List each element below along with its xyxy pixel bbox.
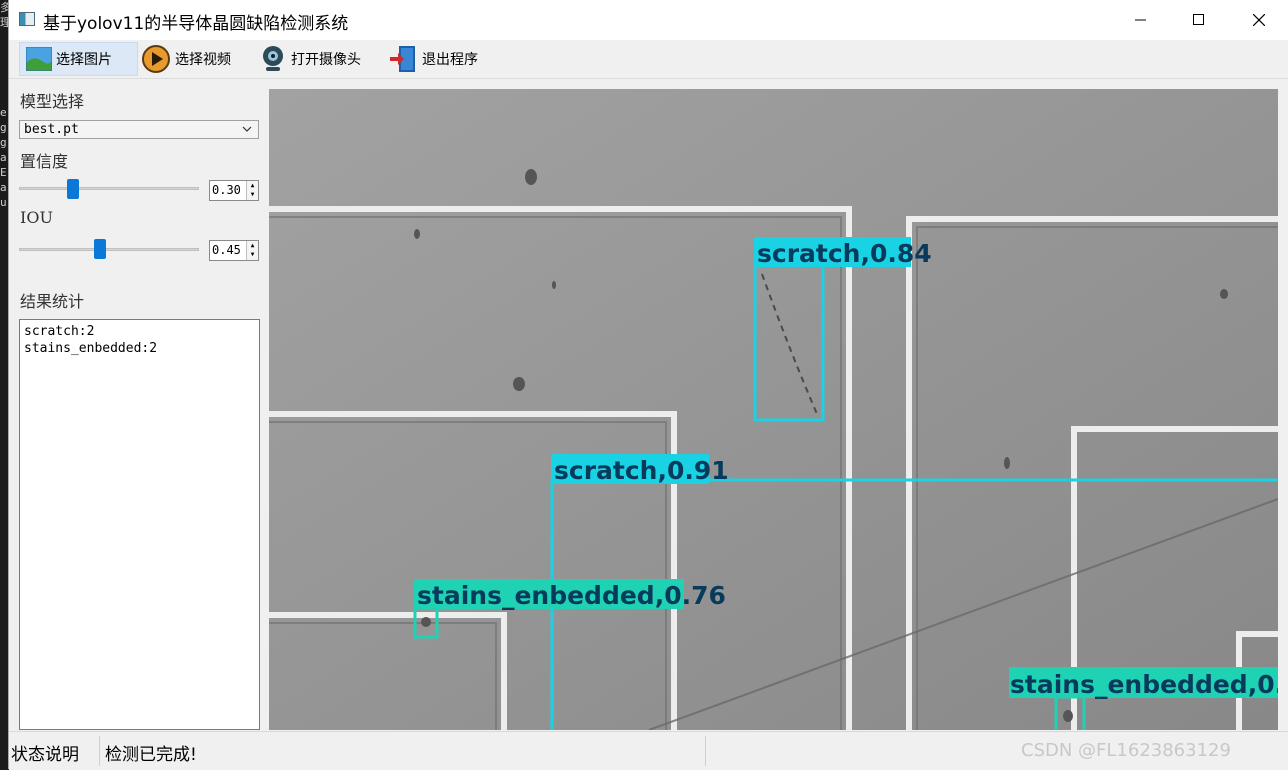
bbox-label: scratch,0.91 — [554, 456, 729, 485]
confidence-slider-thumb[interactable] — [67, 179, 79, 199]
exit-door-icon — [390, 46, 415, 72]
terminal-char: u — [0, 196, 7, 209]
iou-slider-thumb[interactable] — [94, 239, 106, 259]
spin-up-icon[interactable]: ▲ — [247, 181, 258, 191]
exit-button[interactable]: 退出程序 — [390, 42, 490, 76]
exit-label: 退出程序 — [422, 52, 478, 68]
terminal-char: E — [0, 166, 7, 179]
confidence-slider-track[interactable] — [19, 187, 199, 190]
bbox-label: stains_enbedded,0.76 — [417, 581, 726, 610]
result-line: scratch:2 — [24, 324, 95, 339]
open-camera-button[interactable]: 打开摄像头 — [259, 42, 379, 76]
spin-up-icon[interactable]: ▲ — [247, 241, 258, 251]
spin-down-icon[interactable]: ▼ — [247, 251, 258, 261]
wafer-surface — [269, 89, 1278, 730]
app-icon — [19, 12, 35, 26]
title-bar[interactable]: 基于yolov11的半导体晶圆缺陷检测系统 — [9, 0, 1288, 40]
select-video-button[interactable]: 选择视频 — [141, 42, 251, 76]
model-combobox-value: best.pt — [24, 122, 79, 137]
iou-label: IOU — [20, 208, 53, 227]
watermark: CSDN @FL1623863129 — [1021, 740, 1231, 761]
window-title: 基于yolov11的半导体晶圆缺陷检测系统 — [43, 14, 349, 34]
toolbar: 选择图片 选择视频 打开摄像头 退出程序 — [9, 40, 1288, 79]
maximize-icon — [1193, 14, 1204, 25]
status-label: 状态说明 — [11, 745, 79, 765]
close-button[interactable] — [1230, 0, 1288, 40]
status-divider — [705, 736, 706, 766]
minimize-button[interactable] — [1112, 0, 1170, 40]
minimize-icon — [1135, 19, 1146, 21]
select-video-label: 选择视频 — [175, 52, 231, 68]
bbox-label: scratch,0.84 — [757, 239, 932, 268]
terminal-char: e — [0, 106, 7, 119]
model-select-label: 模型选择 — [20, 92, 85, 111]
terminal-char: a — [0, 151, 7, 164]
select-image-label: 选择图片 — [56, 52, 112, 68]
background-terminal: 多 理 e g g a E a u — [0, 0, 11, 769]
iou-slider-track[interactable] — [19, 248, 199, 251]
result-line: stains_enbedded:2 — [24, 341, 158, 356]
results-label: 结果统计 — [20, 292, 85, 311]
iou-spinbox[interactable]: 0.45 ▲ ▼ — [209, 240, 259, 261]
status-bar: 状态说明 检测已完成! CSDN @FL1623863129 — [9, 731, 1288, 770]
status-divider — [99, 736, 100, 766]
terminal-char: g — [0, 121, 7, 134]
confidence-label: 置信度 — [20, 152, 69, 171]
terminal-char: 理 — [0, 16, 11, 29]
terminal-char: a — [0, 181, 7, 194]
spin-down-icon[interactable]: ▼ — [247, 191, 258, 201]
model-combobox[interactable]: best.pt — [19, 120, 259, 139]
close-icon — [1253, 14, 1265, 26]
terminal-char: g — [0, 136, 7, 149]
chevron-down-icon — [242, 126, 252, 132]
iou-value: 0.45 — [212, 243, 241, 257]
maximize-button[interactable] — [1170, 0, 1228, 40]
webcam-icon — [263, 46, 283, 71]
terminal-char — [0, 30, 8, 45]
play-icon — [142, 45, 170, 73]
detection-image-view: scratch,0.84 scratch,0.91 stains_enbedde… — [269, 89, 1278, 730]
status-message: 检测已完成! — [105, 745, 197, 765]
open-camera-label: 打开摄像头 — [291, 52, 361, 68]
terminal-char: 多 — [0, 1, 11, 14]
select-image-button[interactable]: 选择图片 — [19, 42, 138, 76]
confidence-spinbox[interactable]: 0.30 ▲ ▼ — [209, 180, 259, 201]
wafer-image: scratch,0.84 scratch,0.91 stains_enbedde… — [269, 89, 1278, 730]
main-window: 基于yolov11的半导体晶圆缺陷检测系统 选择图片 选择视频 打开摄像头 退出… — [8, 0, 1288, 770]
picture-icon — [26, 47, 52, 71]
results-textbox[interactable]: scratch:2 stains_enbedded:2 — [19, 319, 260, 730]
confidence-value: 0.30 — [212, 183, 241, 197]
bbox-label: stains_enbedded,0.69 — [1010, 670, 1278, 699]
